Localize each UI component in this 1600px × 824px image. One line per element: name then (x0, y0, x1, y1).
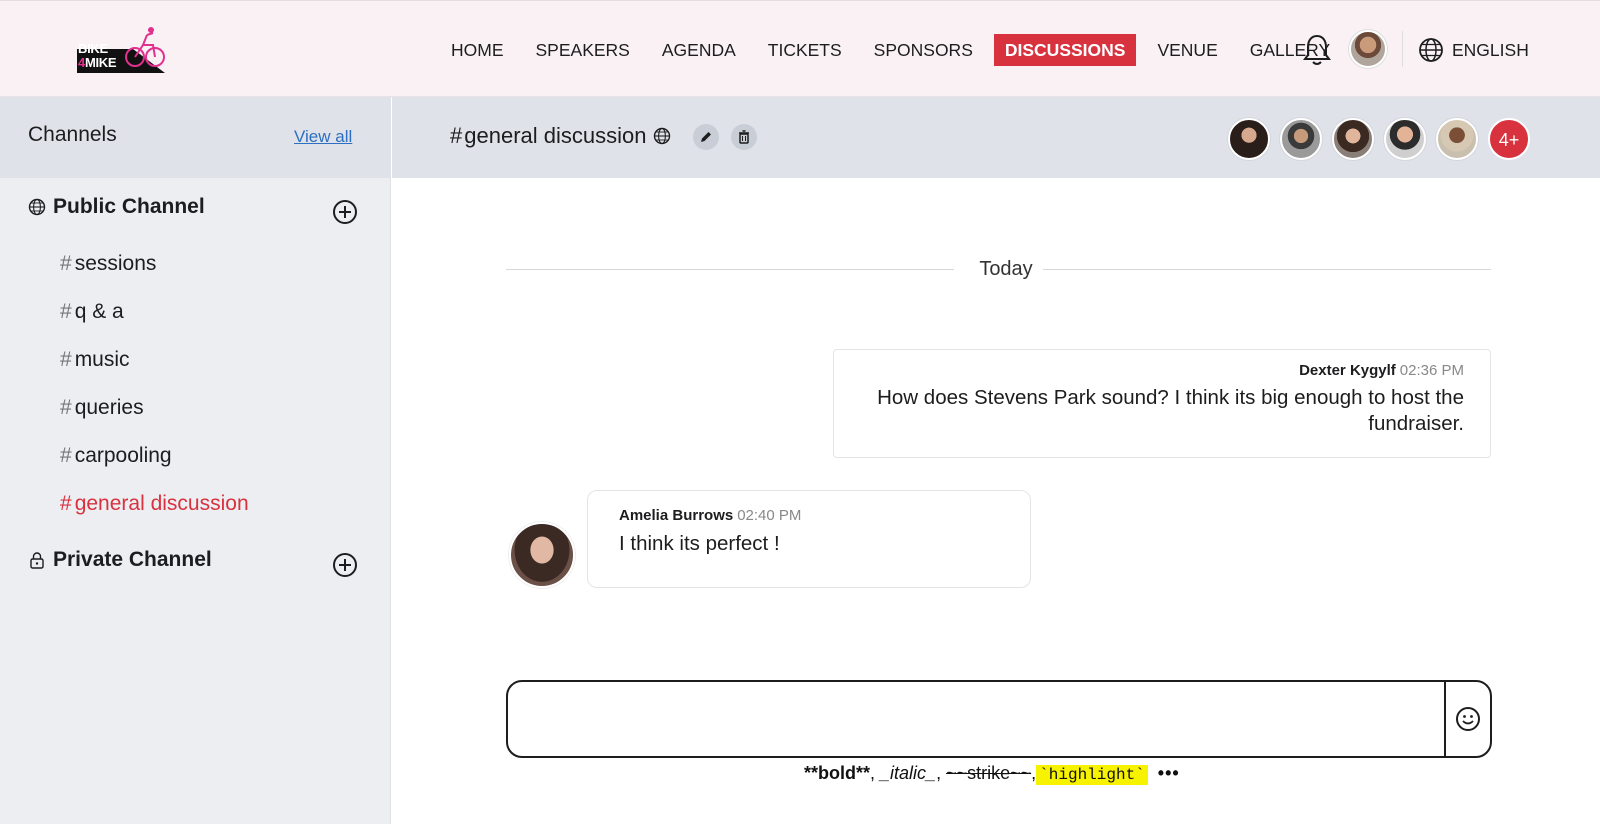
divider-line (1043, 269, 1491, 270)
format-hint-italic: _italic_ (880, 763, 937, 783)
nav-divider (1402, 31, 1403, 67)
message-author-avatar[interactable] (509, 522, 575, 588)
channel-label: queries (74, 396, 144, 419)
lock-icon (30, 552, 44, 569)
member-avatar[interactable] (1436, 118, 1478, 160)
message-incoming: Amelia Burrows 02:40 PM I think its perfe… (587, 490, 1031, 588)
channel-name: general discussion (464, 123, 647, 148)
channels-title: Channels (28, 123, 117, 146)
channel-label: carpooling (74, 444, 172, 467)
logo-line-1: BIKE (78, 41, 108, 56)
channels-sidebar: Channels View all Public Channel # sessio… (0, 97, 391, 824)
channel-members: 4+ (1228, 118, 1530, 160)
sidebar-header: Channels View all (0, 97, 390, 178)
message-meta: Amelia Burrows 02:40 PM (619, 507, 1000, 524)
delete-channel-button[interactable] (731, 124, 757, 150)
message-input[interactable] (508, 682, 1444, 756)
channel-music[interactable]: # music (60, 348, 130, 372)
plus-circle-icon (333, 553, 357, 577)
message-author: Amelia Burrows (619, 507, 734, 524)
date-divider: Today (506, 258, 1491, 282)
message-composer (506, 680, 1492, 758)
logo-wordmark: BIKE 4MIKE (78, 41, 117, 70)
hash-icon: # (60, 348, 72, 371)
smiley-icon (1456, 707, 1480, 731)
pencil-icon (701, 132, 711, 142)
channel-label: sessions (74, 252, 157, 275)
member-avatar[interactable] (1332, 118, 1374, 160)
add-private-channel-button[interactable] (332, 552, 358, 578)
channel-title: # general discussion (450, 123, 671, 149)
logo-four: 4 (78, 55, 85, 70)
format-hints: **bold**, _italic_, ~~strike~~, `highligh… (804, 763, 1180, 785)
add-public-channel-button[interactable] (332, 199, 358, 225)
channel-queries[interactable]: # queries (60, 396, 144, 420)
channel-label: q & a (74, 300, 124, 323)
main-nav: HOME SPEAKERS AGENDA TICKETS SPONSORS DI… (440, 33, 1351, 67)
hash-icon: # (450, 123, 463, 148)
trash-icon (739, 130, 749, 144)
plus-circle-icon (333, 200, 357, 224)
private-channel-title: Private Channel (53, 548, 212, 571)
view-all-link[interactable]: View all (294, 127, 352, 147)
message-text: I think its perfect ! (619, 532, 780, 555)
format-hint-highlight: `highlight` (1036, 765, 1148, 785)
channel-label: music (74, 348, 130, 371)
logo-line-2: MIKE (84, 55, 117, 70)
channel-label: general discussion (74, 492, 249, 515)
nav-agenda[interactable]: AGENDA (651, 34, 747, 66)
globe-icon (28, 198, 46, 216)
nav-venue[interactable]: VENUE (1146, 34, 1228, 66)
hash-icon: # (60, 300, 72, 323)
globe-icon (654, 127, 671, 145)
edit-channel-button[interactable] (693, 124, 719, 150)
member-avatar[interactable] (1384, 118, 1426, 160)
format-hint-strike: ~~strike~~ (946, 763, 1032, 783)
hash-icon: # (60, 396, 72, 419)
nav-sponsors[interactable]: SPONSORS (863, 34, 984, 66)
hash-icon: # (60, 444, 72, 467)
nav-discussions[interactable]: DISCUSSIONS (993, 34, 1137, 66)
hash-icon: # (60, 492, 72, 515)
format-hint-separator: , (870, 763, 881, 783)
hash-icon: # (60, 252, 72, 275)
nav-speakers[interactable]: SPEAKERS (525, 34, 641, 66)
more-members-badge[interactable]: 4+ (1488, 118, 1530, 160)
format-hint-bold: **bold** (804, 763, 871, 783)
public-channel-header[interactable]: Public Channel (28, 195, 205, 219)
message-outgoing: Dexter Kygylf 02:36 PM How does Stevens P… (833, 349, 1491, 458)
member-avatar[interactable] (1228, 118, 1270, 160)
format-hint-separator: , (936, 763, 947, 783)
emoji-button[interactable] (1444, 682, 1490, 756)
date-divider-label: Today (979, 258, 1033, 280)
user-avatar[interactable] (1349, 30, 1387, 68)
top-navigation: BIKE 4MIKE HOME SPEAKERS AGENDA TICKETS … (0, 0, 1600, 97)
language-selector[interactable]: ENGLISH (1418, 37, 1529, 63)
brand-logo[interactable]: BIKE 4MIKE (77, 27, 169, 75)
channel-carpooling[interactable]: # carpooling (60, 444, 172, 468)
message-text: How does Stevens Park sound? I think its… (877, 386, 1464, 435)
nav-tickets[interactable]: TICKETS (757, 34, 853, 66)
private-channel-header[interactable]: Private Channel (28, 548, 212, 572)
message-meta: Dexter Kygylf 02:36 PM (864, 362, 1464, 379)
more-formatting-button[interactable]: ••• (1158, 763, 1180, 783)
channel-general-discussion[interactable]: # general discussion (60, 492, 249, 516)
message-author: Dexter Kygylf (1299, 362, 1396, 379)
bell-icon[interactable] (1302, 33, 1332, 67)
language-label: ENGLISH (1452, 39, 1529, 60)
channel-q-and-a[interactable]: # q & a (60, 300, 124, 324)
divider-line (506, 269, 954, 270)
nav-home[interactable]: HOME (440, 34, 515, 66)
message-time: 02:36 PM (1399, 362, 1464, 379)
public-channel-title: Public Channel (53, 195, 205, 218)
message-time: 02:40 PM (737, 507, 802, 524)
channel-sessions[interactable]: # sessions (60, 252, 156, 276)
globe-icon (1419, 38, 1443, 62)
channel-header: # general discussion 4+ (392, 97, 1600, 178)
member-avatar[interactable] (1280, 118, 1322, 160)
